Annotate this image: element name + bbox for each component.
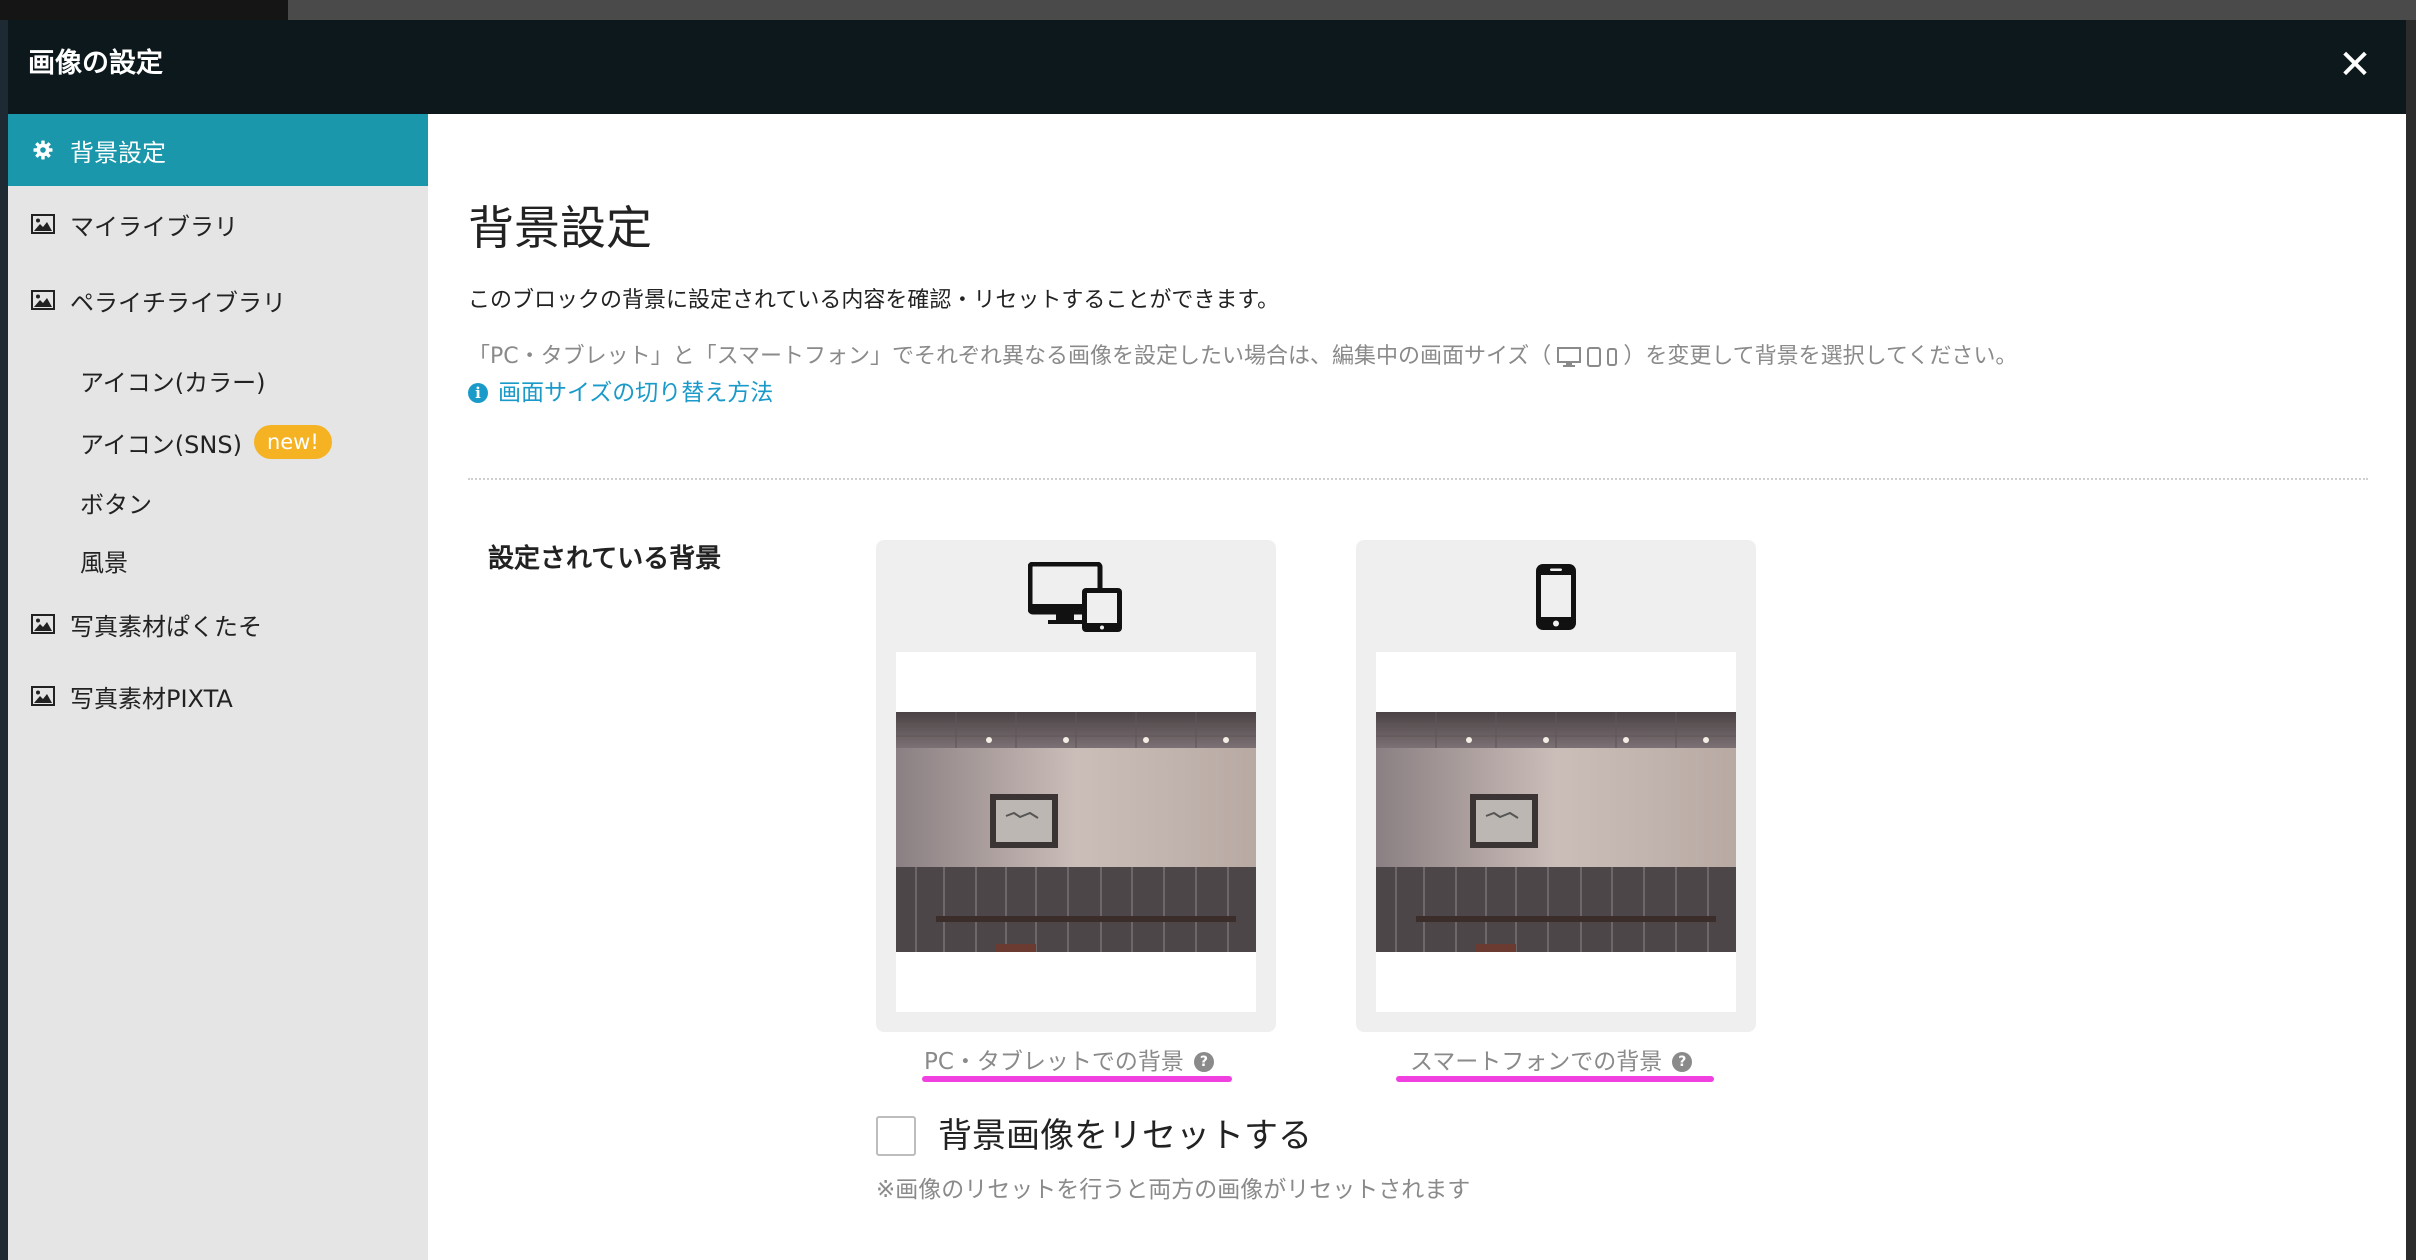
sidebar-subitem-icon-sns[interactable]: アイコン(SNS) new!: [80, 422, 332, 462]
sidebar-item-label: 背景設定: [70, 138, 166, 167]
image-icon: [30, 613, 56, 635]
sidebar-subitem-label: アイコン(カラー): [80, 368, 266, 397]
pc-background-caption[interactable]: PC・タブレットでの背景 ?: [924, 1046, 1214, 1078]
divider: [468, 478, 2368, 480]
new-badge: new!: [253, 425, 332, 459]
background-image: [1376, 712, 1736, 952]
screen-size-help-link[interactable]: i 画面サイズの切り替え方法: [468, 378, 773, 408]
sidebar-subitem-label: アイコン(SNS): [80, 430, 242, 459]
gear-icon: [30, 139, 56, 161]
description-text: このブロックの背景に設定されている内容を確認・リセットすることができます。: [468, 288, 1280, 313]
backdrop: [2406, 20, 2416, 1260]
smartphone-icon: [1356, 562, 1756, 634]
background-image: [896, 712, 1256, 952]
sidebar: 背景設定 マイライブラリ ペライチライブラリ アイコン(カラー) アイコン(SN…: [8, 114, 428, 1260]
backdrop: [0, 20, 8, 1260]
sidebar-item-label: マイライブラリ: [70, 212, 238, 241]
pc-caption-label: PC・タブレットでの背景: [924, 1049, 1184, 1075]
sidebar-subitem-button[interactable]: ボタン: [80, 484, 152, 520]
help-link-label: 画面サイズの切り替え方法: [498, 380, 774, 406]
main-content: 背景設定 このブロックの背景に設定されている内容を確認・リセットすることができま…: [428, 114, 2406, 1260]
reset-label: 背景画像をリセットする: [938, 1116, 1312, 1156]
tablet-icon: [1587, 347, 1602, 367]
page-title: 背景設定: [468, 201, 652, 255]
image-icon: [30, 213, 56, 235]
smartphone-background-caption[interactable]: スマートフォンでの背景 ?: [1410, 1046, 1693, 1078]
sidebar-subitem-landscape[interactable]: 風景: [80, 542, 128, 578]
question-icon[interactable]: ?: [1193, 1052, 1214, 1072]
note-prefix: 「PC・タブレット」と「スマートフォン」でそれぞれ異なる画像を設定したい場合は、…: [468, 344, 1552, 369]
modal-title: 画像の設定: [28, 48, 163, 79]
section-label: 設定されている背景: [488, 544, 722, 574]
screen-size-note: 「PC・タブレット」と「スマートフォン」でそれぞれ異なる画像を設定したい場合は、…: [468, 342, 2017, 372]
close-button[interactable]: ✕: [2330, 40, 2380, 90]
pc-tablet-icon: [876, 562, 1276, 634]
pc-background-card: [876, 540, 1276, 1032]
sidebar-item-pixta[interactable]: 写真素材PIXTA: [8, 660, 428, 732]
desktop-icon: [1557, 347, 1582, 367]
pc-background-preview: [896, 652, 1256, 1012]
backdrop: [0, 0, 2416, 20]
sidebar-item-pakutaso[interactable]: 写真素材ぱくたそ: [8, 588, 428, 660]
smartphone-icon: [1607, 348, 1618, 366]
image-icon: [30, 685, 56, 707]
sidebar-subitem-icon-color[interactable]: アイコン(カラー): [80, 362, 266, 398]
sidebar-item-background-settings[interactable]: 背景設定: [8, 114, 428, 186]
sidebar-subitem-label: 風景: [80, 548, 128, 577]
backdrop: [0, 0, 288, 20]
reset-note: ※画像のリセットを行うと両方の画像がリセットされます: [876, 1177, 1471, 1203]
sidebar-item-label: ペライチライブラリ: [70, 288, 286, 317]
modal-header: 画像の設定 ✕: [8, 20, 2406, 114]
screen-size-icons: [1557, 347, 1618, 367]
sidebar-item-label: 写真素材PIXTA: [70, 684, 233, 713]
smartphone-background-card: [1356, 540, 1756, 1032]
highlight-underline: [922, 1076, 1232, 1082]
sidebar-subitem-label: ボタン: [80, 490, 152, 519]
sidebar-item-label: 写真素材ぱくたそ: [70, 612, 262, 641]
reset-background-option[interactable]: 背景画像をリセットする: [876, 1114, 1312, 1158]
question-icon[interactable]: ?: [1672, 1052, 1693, 1072]
reset-checkbox[interactable]: [876, 1116, 916, 1156]
sp-caption-label: スマートフォンでの背景: [1410, 1049, 1663, 1075]
highlight-underline: [1396, 1076, 1714, 1082]
image-icon: [30, 289, 56, 311]
image-settings-modal: 画像の設定 ✕ 背景設定 マイライブラリ ペライチライブラリ アイコン(カラー)…: [8, 20, 2406, 1260]
note-suffix: ）を変更して背景を選択してください。: [1623, 344, 2018, 369]
smartphone-background-preview: [1376, 652, 1736, 1012]
sidebar-item-peraichi-library[interactable]: ペライチライブラリ: [8, 264, 428, 336]
info-icon: i: [468, 383, 488, 403]
sidebar-item-my-library[interactable]: マイライブラリ: [8, 188, 428, 260]
